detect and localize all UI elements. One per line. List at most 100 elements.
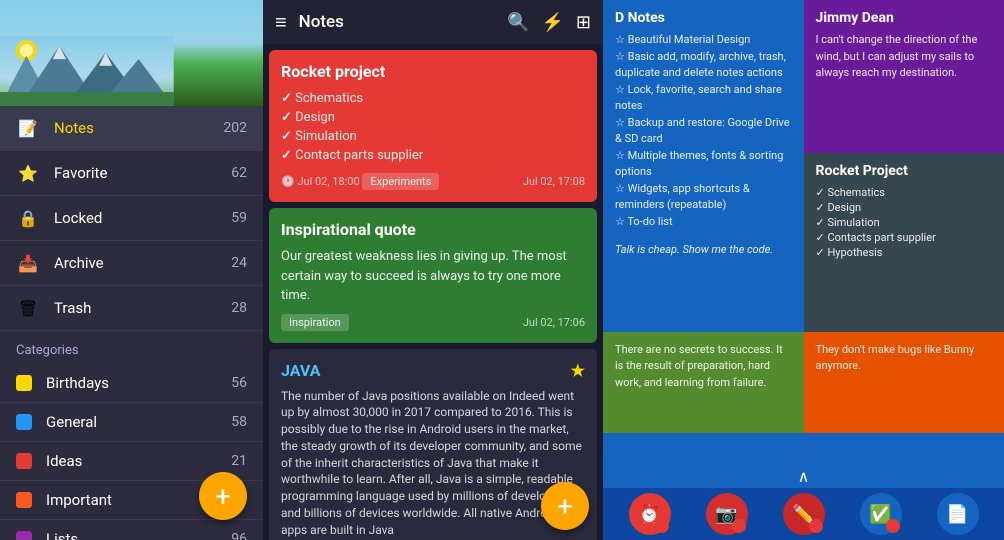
widget-checklist-item: Hypothesis <box>816 245 993 260</box>
widget-jimmy-body: I can't change the direction of the wind… <box>816 32 993 82</box>
middle-title: Notes <box>299 12 495 32</box>
note-body-quote: Our greatest weakness lies in giving up.… <box>281 247 585 306</box>
widget-rocket[interactable]: Rocket Project Schematics Design Simulat… <box>804 153 1004 332</box>
hamburger-icon[interactable]: ≡ <box>275 10 287 35</box>
note-title-rocket: Rocket project <box>281 62 585 81</box>
widget-bunny-body: They don't make bugs like Bunny anymore. <box>816 342 993 375</box>
nav-lists-count: 96 <box>231 531 247 540</box>
widget-checklist-item: Schematics <box>816 185 993 200</box>
note-button[interactable]: 📄 <box>937 493 979 535</box>
nav-item-trash[interactable]: 🗑 Trash 28 <box>0 286 263 331</box>
nav-archive-count: 24 <box>231 255 247 271</box>
alarm-badge <box>655 519 669 533</box>
nav-birthdays-label: Birthdays <box>46 374 231 392</box>
checklist-item: Simulation <box>281 127 585 146</box>
important-dot <box>16 492 32 508</box>
widget-bunny[interactable]: They don't make bugs like Bunny anymore. <box>804 332 1004 433</box>
nav-locked-label: Locked <box>54 209 231 227</box>
widget-quote-code: Talk is cheap. Show me the code. <box>615 242 792 259</box>
right-panel: D Notes ☆ Beautiful Material Design ☆ Ba… <box>603 0 1004 540</box>
nav-item-archive[interactable]: 📥 Archive 24 <box>0 241 263 286</box>
trash-icon: 🗑 <box>16 296 40 320</box>
ideas-dot <box>16 453 32 469</box>
camera-button[interactable]: 📷 <box>706 493 748 535</box>
nav-ideas-count: 21 <box>231 453 247 469</box>
nav-birthdays-count: 56 <box>231 375 247 391</box>
middle-header: ≡ Notes 🔍 ⚡ ⊞ <box>263 0 603 44</box>
widget-preparation-body: There are no secrets to success. It is t… <box>615 342 792 392</box>
alarm-button[interactable]: ⏰ <box>629 493 671 535</box>
nav-lists-label: Lists <box>46 530 231 540</box>
categories-title: Categories <box>0 331 263 364</box>
middle-panel: ≡ Notes 🔍 ⚡ ⊞ Rocket project Schematics … <box>263 0 603 540</box>
note-tag-inspiration: Inspiration <box>281 314 349 331</box>
note-title-quote: Inspirational quote <box>281 220 585 239</box>
clock-icon: 🕐 <box>281 175 295 188</box>
notes-list: Rocket project Schematics Design Simulat… <box>263 44 603 540</box>
nav-trash-count: 28 <box>231 300 247 316</box>
nav-item-birthdays[interactable]: Birthdays 56 <box>0 364 263 403</box>
widget-checklist-item: Design <box>816 200 993 215</box>
nav-fav-count: 62 <box>231 165 247 181</box>
widget-jimmy-title: Jimmy Dean <box>816 10 993 26</box>
nav-notes-label: Notes <box>54 119 223 137</box>
widget-bottom-bar: ⏰ 📷 ✏️ ✅ 📄 <box>603 488 1004 540</box>
nav-item-lists[interactable]: Lists 96 <box>0 520 263 540</box>
locked-icon: 🔒 <box>16 206 40 230</box>
nav-item-general[interactable]: General 58 <box>0 403 263 442</box>
nav-general-label: General <box>46 413 231 431</box>
nav-item-notes[interactable]: 📝 Notes 202 <box>0 106 263 151</box>
checklist-item: Design <box>281 108 585 127</box>
note-title-java: JAVA ★ <box>281 361 585 380</box>
nav-item-favorite[interactable]: ⭐ Favorite 62 <box>0 151 263 196</box>
camera-badge <box>732 519 746 533</box>
widget-rocket-checklist: Schematics Design Simulation Contacts pa… <box>816 185 993 260</box>
search-icon[interactable]: 🔍 <box>507 12 529 33</box>
archive-icon: 📥 <box>16 251 40 275</box>
edit-button[interactable]: ✏️ <box>783 493 825 535</box>
favorite-icon: ⭐ <box>16 161 40 185</box>
sidebar-header-bg <box>0 0 263 106</box>
note-time: Jul 02, 18:00 <box>297 175 359 188</box>
edit-badge <box>809 519 823 533</box>
left-sidebar: 📝 Notes 202 ⭐ Favorite 62 🔒 Locked 59 📥 … <box>0 0 263 540</box>
nav-trash-label: Trash <box>54 299 231 317</box>
widget-checklist-item: Simulation <box>816 215 993 230</box>
note-icon: 📄 <box>946 504 968 525</box>
chevron-up-icon[interactable]: ∧ <box>798 467 810 486</box>
nav-archive-label: Archive <box>54 254 231 272</box>
note-date-quote: Jul 02, 17:06 <box>523 316 585 329</box>
note-footer-quote: Inspiration Jul 02, 17:06 <box>281 314 585 331</box>
rocket-checklist: Schematics Design Simulation Contact par… <box>281 89 585 165</box>
nav-ideas-label: Ideas <box>46 452 231 470</box>
nav-notes-count: 202 <box>223 120 247 136</box>
widget-dnotes[interactable]: D Notes ☆ Beautiful Material Design ☆ Ba… <box>603 0 804 332</box>
checklist-button[interactable]: ✅ <box>860 493 902 535</box>
birthdays-dot <box>16 375 32 391</box>
note-card-quote[interactable]: Inspirational quote Our greatest weaknes… <box>269 208 597 343</box>
checklist-item: Schematics <box>281 89 585 108</box>
grid-icon[interactable]: ⊞ <box>576 12 591 33</box>
note-footer-rocket: 🕐 Jul 02, 18:00 Experiments Jul 02, 17:0… <box>281 173 585 190</box>
nav-locked-count: 59 <box>231 210 247 226</box>
widget-jimmy[interactable]: Jimmy Dean I can't change the direction … <box>804 0 1004 153</box>
general-dot <box>16 414 32 430</box>
widget-dnotes-title: D Notes <box>615 10 792 26</box>
widget-checklist-item: Contacts part supplier <box>816 230 993 245</box>
collapse-bar[interactable]: ∧ <box>603 464 1004 488</box>
sort-icon[interactable]: ⚡ <box>541 12 563 33</box>
note-body-java: The number of Java positions available o… <box>281 388 585 539</box>
star-icon: ★ <box>571 361 585 380</box>
widget-rocket-title: Rocket Project <box>816 163 993 179</box>
add-note-fab-middle[interactable]: + <box>541 482 589 530</box>
widget-grid: D Notes ☆ Beautiful Material Design ☆ Ba… <box>603 0 1004 464</box>
nav-general-count: 58 <box>231 414 247 430</box>
lists-dot <box>16 531 32 540</box>
note-tag-experiments: Experiments <box>362 173 439 190</box>
nav-item-locked[interactable]: 🔒 Locked 59 <box>0 196 263 241</box>
note-card-rocket[interactable]: Rocket project Schematics Design Simulat… <box>269 50 597 202</box>
nav-fav-label: Favorite <box>54 164 231 182</box>
widget-dnotes-body: ☆ Beautiful Material Design ☆ Basic add,… <box>615 32 792 230</box>
widget-preparation[interactable]: There are no secrets to success. It is t… <box>603 332 804 433</box>
add-note-fab-left[interactable]: + <box>199 472 247 520</box>
